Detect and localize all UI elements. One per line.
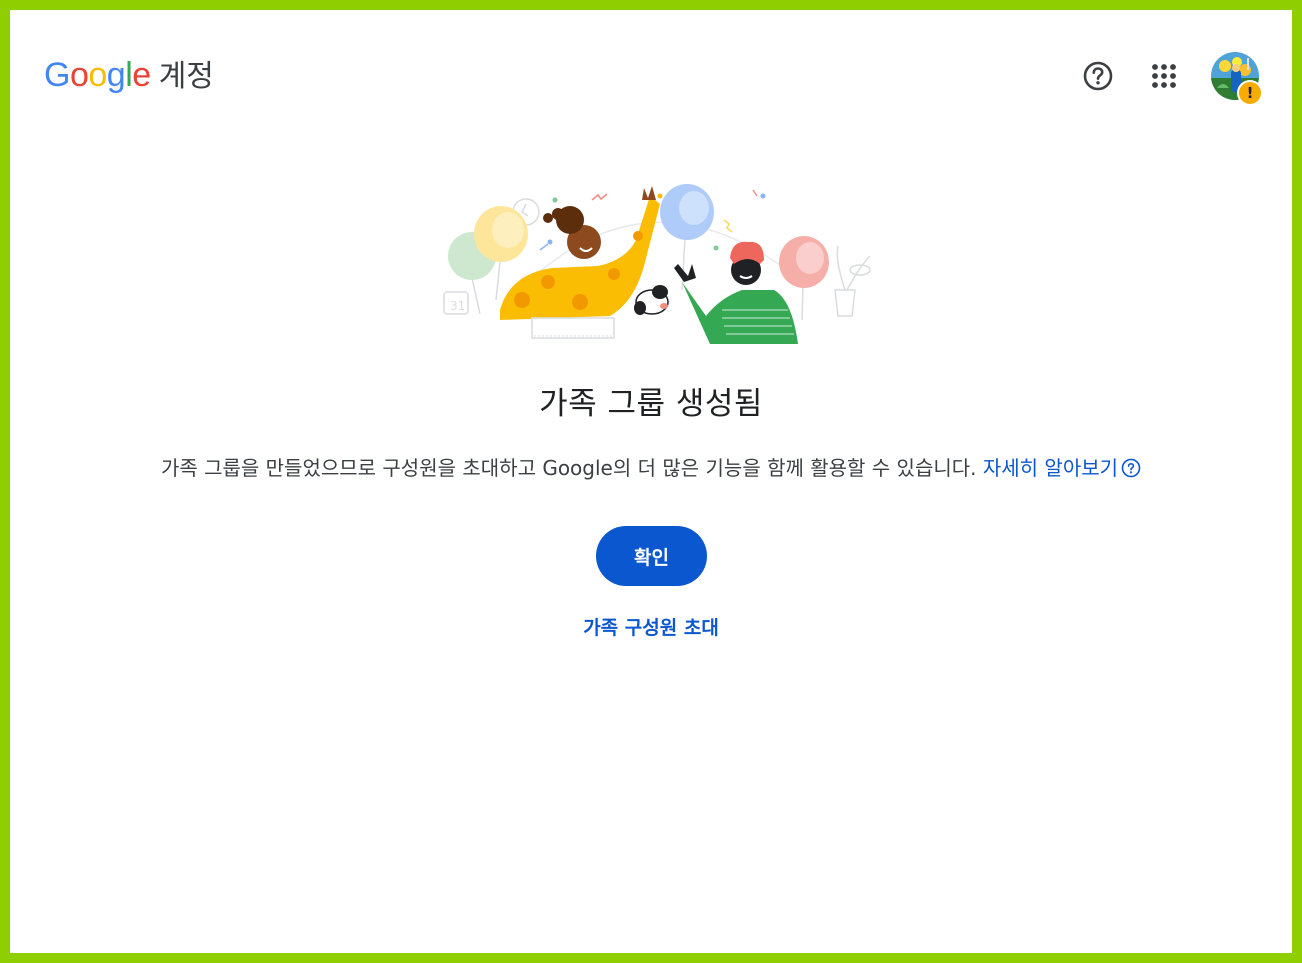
invite-family-member-link[interactable]: 가족 구성원 초대 <box>10 613 1292 640</box>
account-avatar-button[interactable]: ! <box>1209 50 1263 106</box>
warning-badge: ! <box>1237 80 1263 106</box>
help-circle-small-icon <box>1121 458 1141 478</box>
svg-text:31: 31 <box>450 299 465 313</box>
family-celebration-illustration: 31 <box>430 170 880 350</box>
page: Google 계정 ! 31 가족 그룹 생성됨 가족 그룹을 만들었으므로 구… <box>10 10 1292 953</box>
logo-suffix: 계정 <box>158 59 214 94</box>
help-circle-icon <box>1083 61 1113 91</box>
apps-button[interactable] <box>1144 56 1184 96</box>
learn-more-link[interactable]: 자세히 알아보기 <box>983 456 1141 480</box>
page-title: 가족 그룹 생성됨 <box>539 386 763 422</box>
apps-grid-icon <box>1152 64 1176 88</box>
description-text: 가족 그룹을 만들었으므로 구성원을 초대하고 Google의 더 많은 기능을… <box>160 456 977 480</box>
header: Google 계정 ! <box>10 10 1292 140</box>
learn-more-label: 자세히 알아보기 <box>982 456 1119 480</box>
description: 가족 그룹을 만들었으므로 구성원을 초대하고 Google의 더 많은 기능을… <box>10 452 1292 481</box>
google-account-logo[interactable]: Google 계정 <box>44 55 214 97</box>
confirm-button[interactable]: 확인 <box>596 526 707 586</box>
help-button[interactable] <box>1078 56 1118 96</box>
google-wordmark: Google <box>44 56 151 94</box>
